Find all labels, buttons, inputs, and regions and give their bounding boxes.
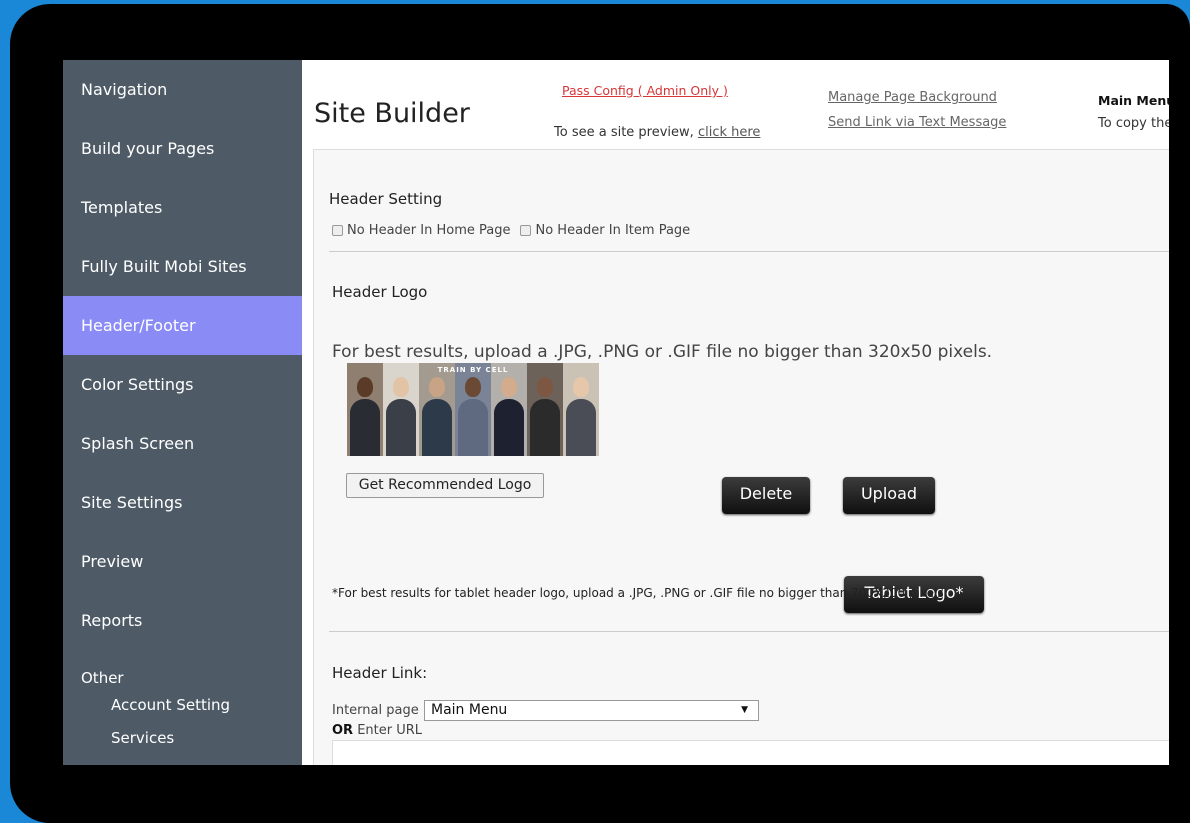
header-logo-title: Header Logo <box>332 283 428 301</box>
sidebar-item-color-settings[interactable]: Color Settings <box>63 355 302 414</box>
sidebar-item-services[interactable]: Services <box>111 729 174 747</box>
sidebar-item-navigation[interactable]: Navigation <box>63 60 302 119</box>
internal-page-label: Internal page <box>332 703 419 718</box>
logo-hint: For best results, upload a .JPG, .PNG or… <box>332 342 993 362</box>
header-checkboxes: No Header In Home Page No Header In Item… <box>332 223 690 238</box>
sidebar-item-preview[interactable]: Preview <box>63 532 302 591</box>
internal-page-select[interactable]: Main Menu ▼ <box>424 700 759 721</box>
preview-label: To see a site preview, <box>554 125 694 140</box>
no-header-item-label: No Header In Item Page <box>535 223 691 238</box>
sidebar-item-build-pages[interactable]: Build your Pages <box>63 119 302 178</box>
copy-text: To copy the <box>1098 116 1169 131</box>
sidebar-item-splash-screen[interactable]: Splash Screen <box>63 414 302 473</box>
logo-image: TRAIN BY CELL <box>347 363 599 456</box>
send-text-link[interactable]: Send Link via Text Message <box>828 115 1006 130</box>
main-menu-label: Main Menu <box>1098 93 1169 108</box>
header-setting-title: Header Setting <box>329 190 443 208</box>
enter-url-label: OR Enter URL <box>332 723 422 738</box>
sidebar-item-reports[interactable]: Reports <box>63 591 302 650</box>
main-content: Site Builder Pass Config ( Admin Only ) … <box>302 60 1169 765</box>
page-title: Site Builder <box>314 98 470 129</box>
url-input[interactable] <box>332 740 1169 765</box>
sidebar-item-mobi-sites[interactable]: Fully Built Mobi Sites <box>63 237 302 296</box>
internal-page-value: Main Menu <box>431 702 508 718</box>
sidebar-item-header-footer[interactable]: Header/Footer <box>63 296 302 355</box>
preview-link[interactable]: click here <box>698 125 760 140</box>
upload-button[interactable]: Upload <box>843 477 935 514</box>
or-label: OR <box>332 723 354 738</box>
preview-text: To see a site preview, click here <box>554 125 760 140</box>
sidebar-item-account-setting[interactable]: Account Setting <box>111 696 230 714</box>
recommended-logo-button[interactable]: Get Recommended Logo <box>346 473 544 498</box>
sidebar-item-site-settings[interactable]: Site Settings <box>63 473 302 532</box>
header-link-title: Header Link: <box>332 664 428 682</box>
logo-image-text: TRAIN BY CELL <box>437 366 509 374</box>
sidebar-item-templates[interactable]: Templates <box>63 178 302 237</box>
sidebar: Navigation Build your Pages Templates Fu… <box>63 60 302 765</box>
divider <box>329 251 1169 252</box>
no-header-home-checkbox[interactable] <box>332 225 343 236</box>
pass-config-link[interactable]: Pass Config ( Admin Only ) <box>562 83 728 98</box>
delete-button[interactable]: Delete <box>722 477 810 514</box>
divider <box>329 631 1169 632</box>
enter-url-text: Enter URL <box>357 723 423 738</box>
tablet-logo-note: *For best results for tablet header logo… <box>332 586 948 600</box>
manage-background-link[interactable]: Manage Page Background <box>828 90 997 105</box>
tablet-frame: Navigation Build your Pages Templates Fu… <box>10 4 1190 823</box>
screen: Navigation Build your Pages Templates Fu… <box>63 60 1169 765</box>
dropdown-arrow-icon: ▼ <box>741 705 748 715</box>
settings-panel: Header Setting No Header In Home Page No… <box>313 149 1169 765</box>
no-header-home-label: No Header In Home Page <box>347 223 511 238</box>
sidebar-other-heading: Other <box>81 669 124 687</box>
no-header-item-checkbox[interactable] <box>520 225 532 236</box>
